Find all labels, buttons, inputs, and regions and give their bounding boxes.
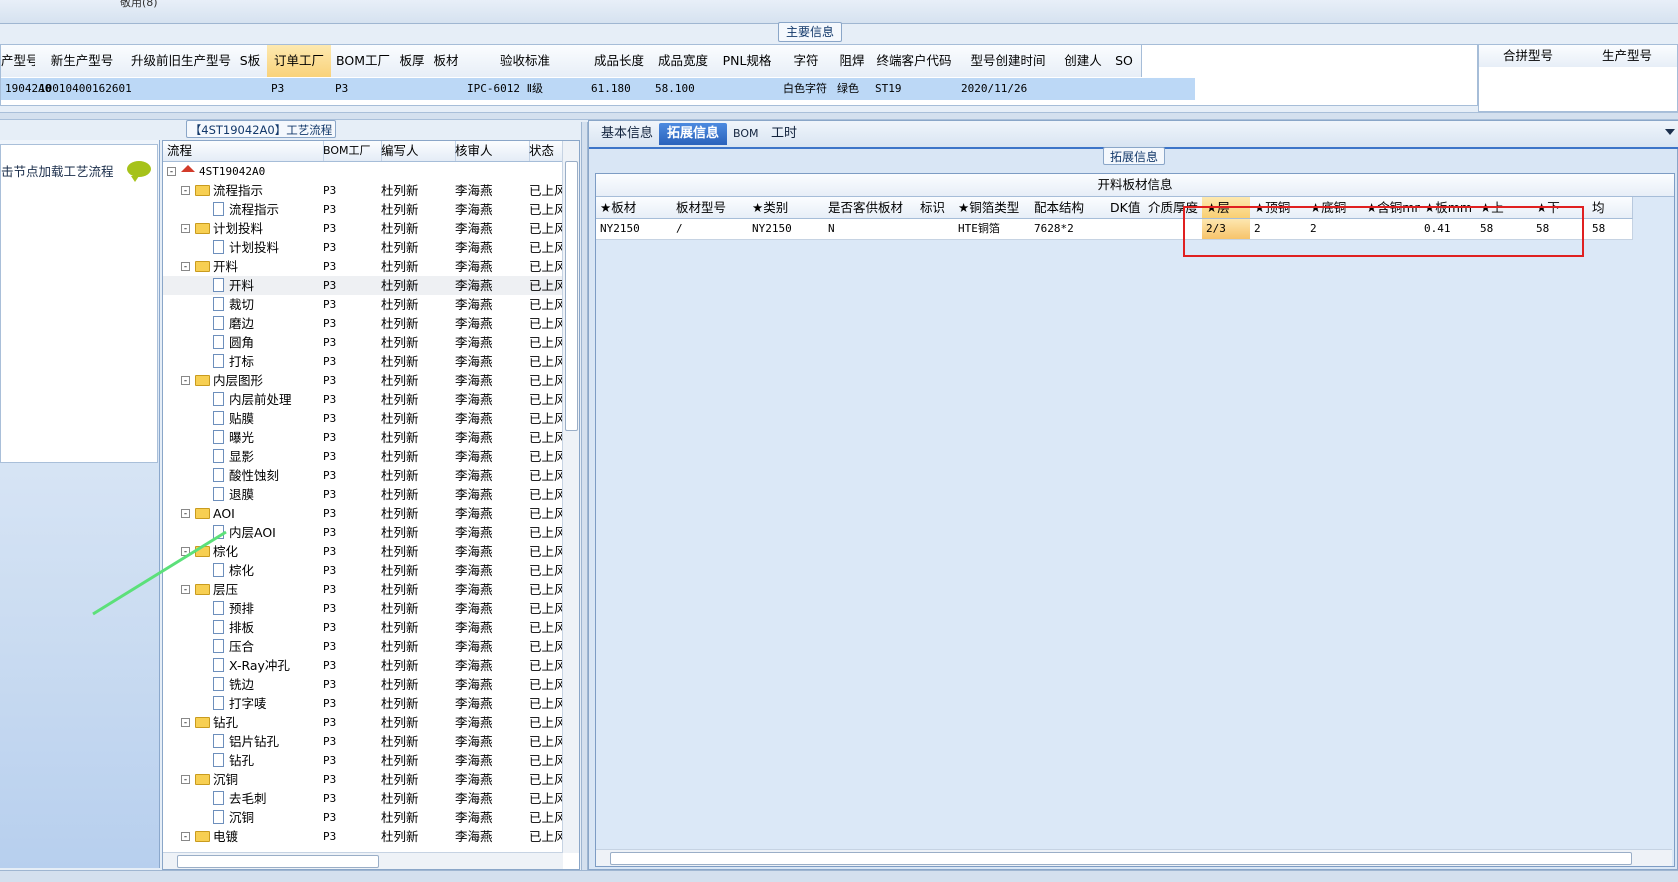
ext-col-2[interactable]: ★类别	[748, 197, 829, 219]
ext-cell-5[interactable]: HTE铜箔	[954, 219, 1035, 240]
ext-col-3[interactable]: 是否客供板材	[824, 197, 921, 219]
ext-col-7[interactable]: DK值	[1106, 197, 1149, 219]
ext-cell-4[interactable]	[916, 219, 959, 240]
extension-grid: 开料板材信息 ★板材 板材型号 ★类别 是否客供板材 标识 ★铜箔类型 配本结构 DK值 介质厚…	[595, 173, 1675, 867]
vertical-splitter[interactable]	[581, 122, 588, 870]
ext-cell-7[interactable]	[1106, 219, 1149, 240]
ext-cell-3[interactable]: N	[824, 219, 921, 240]
ext-col-1[interactable]: 板材型号	[672, 197, 753, 219]
extension-horizontal-scrollbar[interactable]	[596, 849, 1672, 866]
status-bar	[0, 870, 1678, 882]
ext-cell-6[interactable]: 7628*2	[1030, 219, 1111, 240]
ext-col-5[interactable]: ★铜箔类型	[954, 197, 1035, 219]
detail-tabs: 基本信息 拓展信息 BOM 工时	[589, 121, 1678, 149]
ext-cell-2[interactable]: NY2150	[748, 219, 829, 240]
tab-work-hours[interactable]: 工时	[763, 123, 805, 145]
tabs-dropdown-icon[interactable]	[1665, 129, 1675, 135]
ext-col-16[interactable]: 均	[1588, 197, 1633, 219]
ext-cell-16[interactable]: 58	[1588, 219, 1633, 240]
ext-cell-0[interactable]: NY2150	[596, 219, 677, 240]
extension-hscroll-thumb[interactable]	[610, 852, 1632, 865]
material-table-title: 开料板材信息	[596, 174, 1674, 197]
ext-col-0[interactable]: ★板材	[596, 197, 677, 219]
extension-group-title: 拓展信息	[1103, 147, 1165, 165]
tab-bom[interactable]: BOM	[725, 123, 767, 145]
ext-col-4[interactable]: 标识	[916, 197, 959, 219]
ext-col-6[interactable]: 配本结构	[1030, 197, 1111, 219]
tab-extension-info[interactable]: 拓展信息	[659, 123, 728, 145]
red-highlight-box	[1183, 206, 1584, 257]
tab-basic-info[interactable]: 基本信息	[593, 123, 661, 145]
ext-cell-1[interactable]: /	[672, 219, 753, 240]
